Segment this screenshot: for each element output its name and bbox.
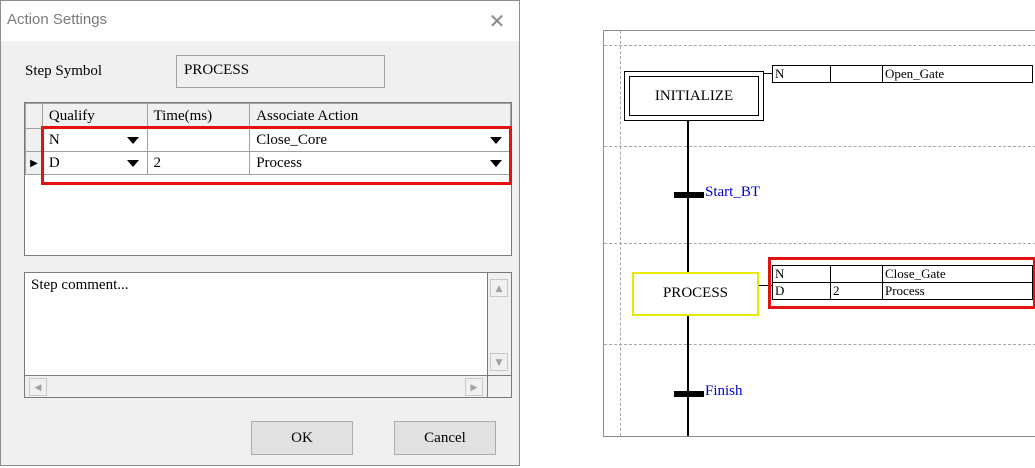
sfc-diagram: INITIALIZE N Open_Gate Start_BT PROCESS … xyxy=(603,30,1035,437)
transition-bar[interactable] xyxy=(674,391,704,397)
transition-bar[interactable] xyxy=(674,192,704,198)
action-grid: Qualify Time(ms) Associate Action N Clos… xyxy=(24,102,512,256)
scroll-corner xyxy=(488,376,512,398)
dropdown-arrow-icon[interactable] xyxy=(490,160,502,167)
grid-line xyxy=(604,146,1035,147)
initial-step-label: INITIALIZE xyxy=(629,76,759,116)
qualify-value: D xyxy=(48,154,60,171)
row-marker[interactable]: ▶ xyxy=(25,151,43,175)
dialog-titlebar: Action Settings ✕ xyxy=(1,1,519,41)
step-symbol-label: Step Symbol xyxy=(25,63,103,79)
action-qualify: N xyxy=(772,65,831,83)
scroll-up-icon[interactable]: ▲ xyxy=(490,279,508,297)
qualify-dropdown[interactable]: D xyxy=(41,151,148,175)
step-comment-textarea[interactable]: Step comment... xyxy=(24,272,488,376)
ok-button[interactable]: OK xyxy=(251,421,353,455)
grid-line xyxy=(604,45,1035,46)
table-row[interactable]: N Close_Core xyxy=(25,128,511,152)
transition-label: Finish xyxy=(705,383,743,399)
grid-header-row: Qualify Time(ms) Associate Action xyxy=(25,103,511,129)
cancel-button[interactable]: Cancel xyxy=(394,421,496,455)
highlight-box xyxy=(768,257,1035,309)
action-value: Process xyxy=(256,154,303,171)
action-dropdown[interactable]: Process xyxy=(249,151,511,175)
action-settings-dialog: Action Settings ✕ Step Symbol PROCESS Qu… xyxy=(0,0,520,466)
process-step[interactable]: PROCESS xyxy=(632,272,759,316)
table-row[interactable]: N Open_Gate xyxy=(772,65,1033,83)
scroll-right-icon[interactable]: ▶ xyxy=(465,378,483,396)
action-time xyxy=(830,65,883,83)
grid-line xyxy=(604,243,1035,244)
time-field[interactable]: 2 xyxy=(146,151,251,175)
action-name: Open_Gate xyxy=(882,65,1033,83)
grid-line xyxy=(620,31,621,436)
scroll-down-icon[interactable]: ▼ xyxy=(490,353,508,371)
col-header-action[interactable]: Associate Action xyxy=(249,103,511,129)
col-header-time[interactable]: Time(ms) xyxy=(146,103,251,129)
dropdown-arrow-icon[interactable] xyxy=(490,137,502,144)
qualify-dropdown[interactable]: N xyxy=(41,128,148,152)
dropdown-arrow-icon[interactable] xyxy=(126,160,139,167)
close-icon[interactable]: ✕ xyxy=(483,7,511,35)
table-row[interactable]: ▶ D 2 Process xyxy=(25,151,511,175)
init-action-table[interactable]: N Open_Gate xyxy=(772,65,1033,83)
scroll-left-icon[interactable]: ◀ xyxy=(29,378,47,396)
qualify-value: N xyxy=(48,131,60,148)
col-header-qualify[interactable]: Qualify xyxy=(41,103,148,129)
action-value: Close_Core xyxy=(256,131,328,148)
horizontal-scrollbar[interactable]: ◀ ▶ xyxy=(24,376,488,398)
action-dropdown[interactable]: Close_Core xyxy=(249,128,511,152)
time-field[interactable] xyxy=(146,128,251,152)
dialog-title: Action Settings xyxy=(7,11,108,28)
step-symbol-field: PROCESS xyxy=(176,55,385,88)
vertical-scrollbar[interactable]: ▲ ▼ xyxy=(488,272,512,376)
grid-line xyxy=(604,344,1035,345)
grid-corner-cell xyxy=(25,103,43,129)
dropdown-arrow-icon[interactable] xyxy=(126,137,139,144)
action-connector xyxy=(764,73,772,74)
initial-step[interactable]: INITIALIZE xyxy=(624,71,764,121)
flow-line xyxy=(687,316,689,436)
row-marker[interactable] xyxy=(25,128,43,152)
transition-label: Start_BT xyxy=(705,184,760,200)
